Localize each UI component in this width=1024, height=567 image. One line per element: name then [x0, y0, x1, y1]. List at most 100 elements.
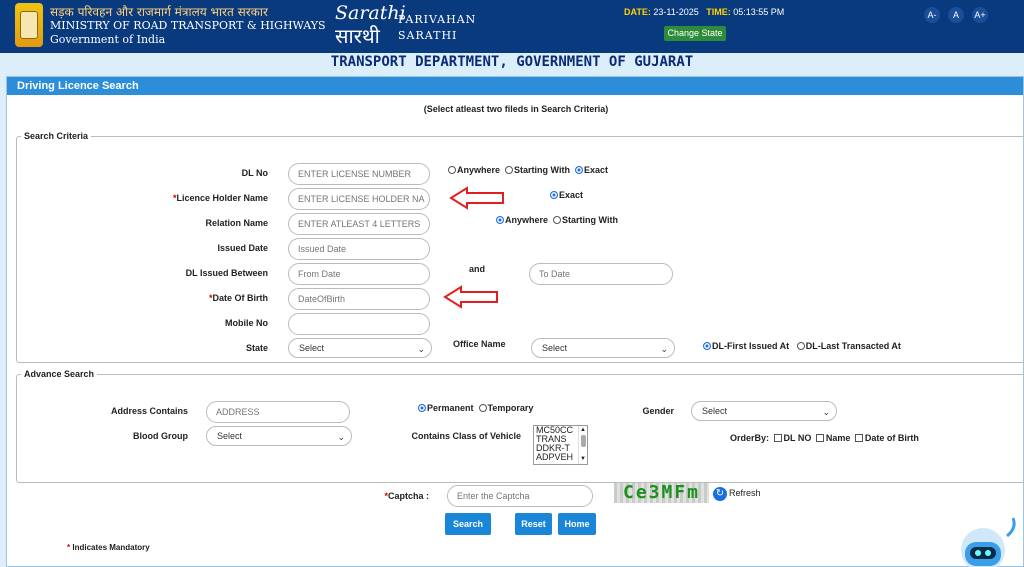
chevron-down-icon: ⌄	[417, 344, 425, 354]
office-select[interactable]: Select ⌄	[531, 338, 675, 358]
dl-starting-label: Starting With	[514, 165, 570, 175]
top-header: सड़क परिवहन और राजमार्ग मंत्रालय भारत सर…	[0, 0, 1024, 53]
orderby-name-checkbox[interactable]	[815, 434, 824, 442]
change-state-button[interactable]: Change State	[664, 26, 726, 41]
refresh-icon[interactable]: ↻	[713, 487, 727, 501]
font-normal-button[interactable]: A	[948, 7, 964, 23]
state-label: State	[245, 343, 268, 353]
time-value: 05:13:55 PM	[733, 7, 785, 17]
search-panel: Driving Licence Search (Select atleast t…	[6, 76, 1024, 567]
office-name-label: Office Name	[453, 339, 506, 349]
panel-title: Driving Licence Search	[7, 77, 1023, 95]
chevron-down-icon: ⌄	[660, 344, 668, 354]
permanent-label: Permanent	[427, 403, 474, 413]
blood-group-select[interactable]: Select ⌄	[206, 426, 352, 446]
orderby-name-label: Name	[825, 433, 851, 443]
issued-date-input[interactable]	[288, 238, 430, 260]
dl-starting-radio[interactable]	[505, 166, 514, 174]
time-label: TIME:	[706, 7, 731, 17]
dl-anywhere-radio[interactable]	[448, 166, 456, 174]
name-exact-label: Exact	[559, 190, 584, 200]
ministry-hindi: सड़क परिवहन और राजमार्ग मंत्रालय भारत सर…	[50, 5, 268, 19]
refresh-label[interactable]: Refresh	[729, 488, 761, 498]
holder-name-arrow-icon	[449, 186, 504, 210]
listbox-scrollbar[interactable]: ▲ ▼	[578, 426, 587, 464]
office-match-options: DL-First Issued At DL-Last Transacted At	[703, 341, 901, 351]
to-date-input[interactable]	[529, 263, 673, 285]
permanent-radio[interactable]	[418, 404, 426, 412]
dl-anywhere-label: Anywhere	[457, 165, 501, 175]
issued-date-label: Issued Date	[217, 243, 268, 253]
state-select[interactable]: Select ⌄	[288, 338, 432, 358]
orderby-dlno-checkbox[interactable]	[773, 434, 782, 442]
chevron-down-icon: ⌄	[337, 432, 345, 442]
logo-hindi: सारथी	[335, 24, 380, 48]
mobile-input[interactable]	[288, 313, 430, 335]
department-title: TRANSPORT DEPARTMENT, GOVERNMENT OF GUJA…	[0, 53, 1024, 72]
dl-no-label: DL No	[241, 168, 268, 178]
dl-exact-label: Exact	[583, 165, 608, 175]
date-label: DATE:	[624, 7, 651, 17]
relation-starting-radio[interactable]	[553, 216, 562, 224]
mobile-label: Mobile No	[225, 318, 268, 328]
vehicle-class-listbox[interactable]: MC50CC TRANS DDKR-T ADPVEH ▲ ▼	[533, 425, 588, 465]
captcha-label: *Captcha :	[384, 491, 429, 501]
dl-match-options: Anywhere Starting With Exact	[448, 165, 608, 175]
ministry-title: सड़क परिवहन और राजमार्ग मंत्रालय भारत सर…	[50, 5, 326, 47]
holder-name-input[interactable]	[288, 188, 430, 210]
dl-no-input[interactable]	[288, 163, 430, 185]
temporary-radio[interactable]	[478, 404, 487, 412]
criteria-note: (Select atleast two fileds in Search Cri…	[423, 104, 609, 114]
government-name: Government of India	[50, 33, 166, 46]
font-increase-button[interactable]: A+	[972, 7, 988, 23]
gender-label: Gender	[642, 406, 674, 416]
brand-name: PARIVAHAN SARATHI	[398, 10, 476, 46]
search-button[interactable]: Search	[445, 513, 491, 535]
date-time: DATE: 23-11-2025 TIME: 05:13:55 PM	[624, 7, 784, 17]
blood-group-label: Blood Group	[133, 431, 188, 441]
advance-search-legend: Advance Search	[24, 369, 95, 379]
address-input[interactable]	[206, 401, 350, 423]
captcha-image: Ce3MFm	[614, 483, 709, 503]
font-decrease-button[interactable]: A-	[924, 7, 940, 23]
logo-english: Sarathi	[335, 2, 406, 24]
relation-name-label: Relation Name	[205, 218, 268, 228]
chatbot-icon[interactable]	[955, 516, 1024, 567]
vehicle-class-label: Contains Class of Vehicle	[411, 431, 521, 441]
gender-select[interactable]: Select ⌄	[691, 401, 837, 421]
national-emblem-icon	[15, 3, 43, 47]
dob-input[interactable]	[288, 288, 430, 310]
dl-exact-radio[interactable]	[574, 166, 583, 174]
sarathi-logo[interactable]: Sarathi सारथी	[335, 2, 406, 48]
date-value: 23-11-2025	[653, 7, 699, 17]
first-issued-radio[interactable]	[703, 342, 711, 350]
last-transacted-radio[interactable]	[796, 342, 805, 350]
first-issued-label: DL-First Issued At	[712, 341, 790, 351]
address-type-options: Permanent Temporary	[418, 403, 533, 413]
advance-search-fieldset: Advance Search	[16, 369, 1024, 483]
chevron-down-icon: ⌄	[822, 407, 830, 417]
captcha-input[interactable]	[447, 485, 593, 507]
home-button[interactable]: Home	[558, 513, 596, 535]
from-date-input[interactable]	[288, 263, 430, 285]
ministry-english: MINISTRY OF ROAD TRANSPORT & HIGHWAYS	[50, 19, 326, 32]
name-match-options: Exact	[550, 190, 583, 200]
address-label: Address Contains	[110, 406, 188, 416]
and-label: and	[469, 264, 486, 274]
search-criteria-legend: Search Criteria	[24, 131, 89, 141]
reset-button[interactable]: Reset	[515, 513, 552, 535]
relation-match-options: Anywhere Starting With	[496, 215, 618, 225]
name-exact-radio[interactable]	[550, 191, 558, 199]
orderby-dlno-label: DL NO	[783, 433, 812, 443]
last-transacted-label: DL-Last Transacted At	[805, 341, 901, 351]
relation-anywhere-label: Anywhere	[505, 215, 549, 225]
dob-arrow-icon	[443, 285, 498, 309]
temporary-label: Temporary	[487, 403, 534, 413]
orderby-dob-checkbox[interactable]	[854, 434, 863, 442]
holder-name-label: *Licence Holder Name	[172, 193, 268, 203]
relation-starting-label: Starting With	[562, 215, 618, 225]
relation-anywhere-radio[interactable]	[496, 216, 504, 224]
issued-between-label: DL Issued Between	[185, 268, 268, 278]
dob-label: *Date Of Birth	[208, 293, 268, 303]
relation-name-input[interactable]	[288, 213, 430, 235]
